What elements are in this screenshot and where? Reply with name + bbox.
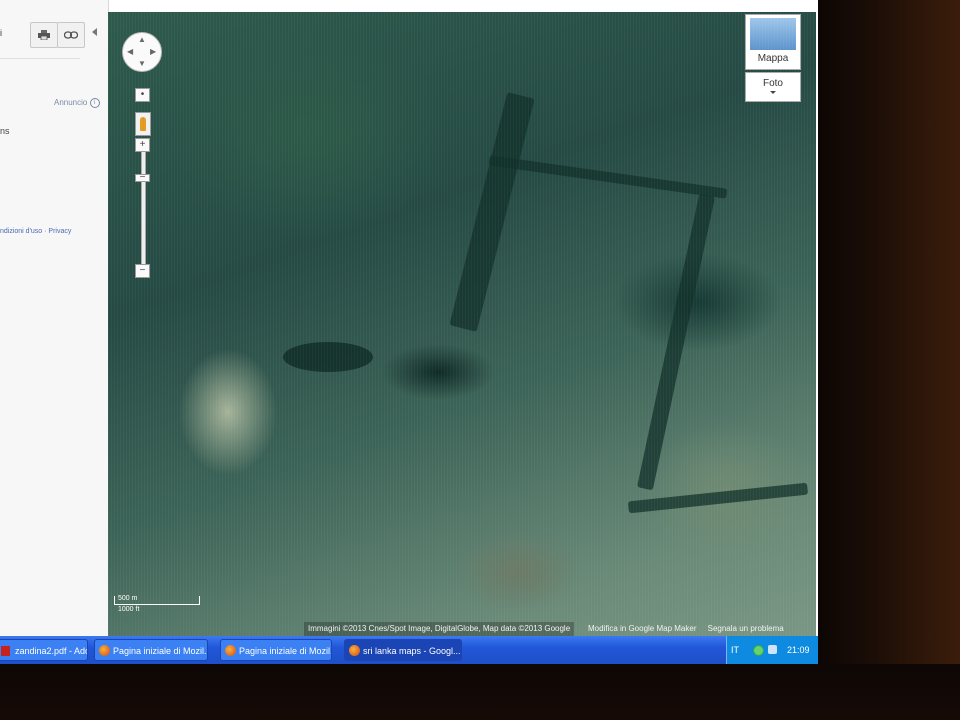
info-icon: i	[89, 98, 100, 108]
terrain-ridge	[627, 482, 809, 514]
clock[interactable]: 21:09	[787, 636, 810, 664]
photo-label: Foto	[762, 78, 783, 89]
pan-left-icon[interactable]: ◀	[127, 48, 133, 56]
map-type-button[interactable]: Mappa	[745, 14, 801, 70]
left-panel: i Annuncio i ns ndizioni d'uso · Privacy	[0, 0, 109, 636]
map-footer-links: Modifica in Google Map Maker Segnala un …	[588, 622, 784, 636]
firefox-icon	[225, 645, 236, 656]
tab-cut-label[interactable]: i	[0, 28, 2, 38]
pan-control[interactable]: ▲ ▼ ◀ ▶	[122, 32, 162, 72]
network-icon[interactable]	[753, 645, 764, 656]
taskbar-item-firefox-maps[interactable]: sri lanka maps - Googl...	[344, 639, 462, 661]
ad-label-row[interactable]: Annuncio i	[54, 98, 100, 108]
report-problem-link[interactable]: Segnala un problema	[708, 624, 784, 633]
globe-map-icon	[750, 18, 796, 50]
terrain-ridge	[488, 155, 728, 199]
monitor-bezel	[818, 0, 960, 720]
divider	[0, 58, 80, 59]
scale-bar: 500 m 1000 ft	[114, 595, 200, 613]
scale-bottom-label: 1000 ft	[118, 606, 140, 613]
photo-of-monitor: i Annuncio i ns ndizioni d'uso · Privacy	[0, 0, 960, 720]
link-button[interactable]	[57, 22, 85, 48]
scale-top-label: 500 m	[118, 595, 138, 602]
chevron-down-icon	[770, 91, 776, 94]
collapse-panel-icon[interactable]	[92, 28, 97, 36]
reset-view-button[interactable]: •	[135, 88, 150, 102]
edit-map-maker-link[interactable]: Modifica in Google Map Maker	[588, 624, 697, 633]
pdf-icon	[1, 646, 10, 656]
pan-right-icon[interactable]: ▶	[150, 48, 156, 56]
taskbar-item-label: Pagina iniziale di Mozil...	[113, 646, 208, 656]
zoom-out-button[interactable]: −	[135, 264, 150, 278]
pan-down-icon[interactable]: ▼	[138, 60, 146, 68]
system-tray: IT 21:09	[726, 636, 818, 664]
firefox-icon	[99, 645, 110, 656]
firefox-icon	[349, 645, 360, 656]
taskbar-item-label: zandina2.pdf - Ado...	[15, 646, 87, 656]
printer-icon	[38, 30, 50, 40]
zoom-in-button[interactable]: +	[135, 138, 150, 152]
language-indicator[interactable]: IT	[731, 636, 739, 664]
monitor-bezel-bottom	[0, 664, 960, 720]
taskbar-item-pdf[interactable]: zandina2.pdf - Ado...	[0, 639, 88, 661]
photo-button[interactable]: Foto	[745, 72, 801, 102]
taskbar-item-label: Pagina iniziale di Mozil...	[239, 646, 332, 656]
link-icon	[64, 31, 78, 39]
terms-privacy-link[interactable]: ndizioni d'uso · Privacy	[0, 228, 71, 235]
speaker-icon[interactable]	[768, 645, 777, 654]
print-button[interactable]	[30, 22, 58, 48]
result-cut-text: ns	[0, 126, 10, 136]
pegman-icon	[140, 117, 146, 131]
zoom-slider-thumb[interactable]: −	[135, 173, 150, 183]
taskbar: zandina2.pdf - Ado... Pagina iniziale di…	[0, 636, 818, 664]
map-type-label: Mappa	[757, 53, 789, 64]
satellite-map[interactable]: ▲ ▼ ◀ ▶ • + − − Mappa Foto 500 m 1000 ft…	[108, 12, 816, 636]
terrain-ridge	[449, 92, 535, 332]
screen: i Annuncio i ns ndizioni d'uso · Privacy	[0, 0, 818, 664]
terrain-ridge	[636, 193, 716, 491]
terrain-ridge	[283, 342, 373, 372]
taskbar-item-firefox-1[interactable]: Pagina iniziale di Mozil...	[94, 639, 208, 661]
ad-label: Annuncio	[54, 98, 88, 108]
map-attribution: Immagini ©2013 Cnes/Spot Image, DigitalG…	[304, 622, 575, 636]
pan-up-icon[interactable]: ▲	[138, 36, 146, 44]
street-view-pegman[interactable]	[135, 112, 151, 136]
zoom-slider-track[interactable]	[141, 138, 146, 272]
taskbar-item-label: sri lanka maps - Googl...	[363, 646, 461, 656]
taskbar-item-firefox-2[interactable]: Pagina iniziale di Mozil...	[220, 639, 332, 661]
